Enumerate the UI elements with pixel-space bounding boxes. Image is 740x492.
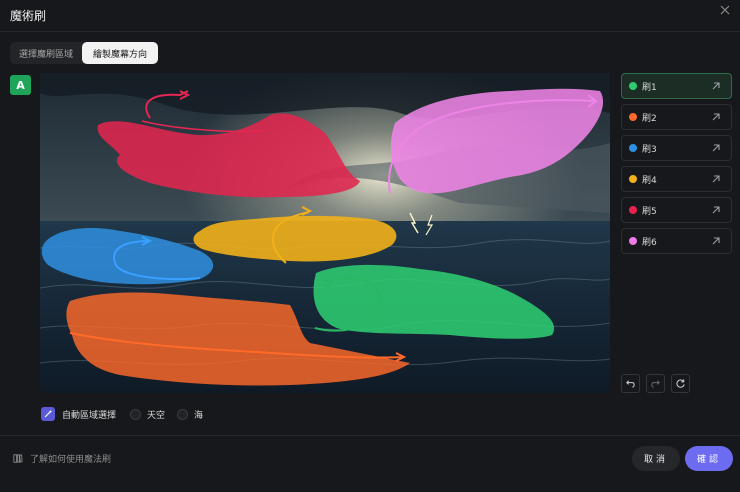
tab-draw-direction[interactable]: 繪製魔幕方向: [82, 42, 158, 64]
brush-color-dot: [629, 82, 637, 90]
auto-select-label: 自動區域選擇: [62, 410, 117, 421]
help-text: 了解如何使用魔法刷: [30, 455, 112, 465]
dialog-title: 魔術刷: [10, 9, 47, 23]
option-sky-label: 天空: [147, 410, 166, 421]
brush-item-1[interactable]: 刷1: [621, 73, 732, 99]
brush-color-dot: [629, 237, 637, 245]
brush-label: 刷6: [642, 237, 657, 248]
arrow-up-right-icon: [712, 113, 720, 121]
brush-item-5[interactable]: 刷5: [621, 197, 732, 223]
image-canvas[interactable]: [40, 73, 610, 393]
magic-wand-icon[interactable]: [41, 407, 55, 421]
reset-icon[interactable]: [671, 374, 690, 393]
arrow-up-right-icon: [712, 206, 720, 214]
footer-divider: [0, 435, 740, 436]
arrow-up-right-icon: [712, 237, 720, 245]
brush-color-dot: [629, 144, 637, 152]
radio-sky[interactable]: [130, 408, 142, 420]
brush-item-4[interactable]: 刷4: [621, 166, 732, 192]
brush-text-icon[interactable]: A: [10, 75, 31, 95]
book-icon: [13, 454, 23, 463]
brush-item-6[interactable]: 刷6: [621, 228, 732, 254]
close-icon[interactable]: [718, 4, 732, 18]
mode-tabs: 選擇魔刷區域 繪製魔幕方向: [10, 42, 158, 64]
brush-label: 刷3: [642, 144, 657, 155]
tab-select-area[interactable]: 選擇魔刷區域: [10, 42, 82, 64]
brush-item-3[interactable]: 刷3: [621, 135, 732, 161]
redo-icon[interactable]: [646, 374, 665, 393]
option-sea-label: 海: [194, 410, 204, 421]
brush-color-dot: [629, 175, 637, 183]
brush-label: 刷4: [642, 175, 657, 186]
help-link[interactable]: 了解如何使用魔法刷: [12, 452, 111, 465]
arrow-up-right-icon: [712, 82, 720, 90]
brush-label: 刷2: [642, 113, 657, 124]
confirm-button[interactable]: 確認: [685, 446, 733, 471]
auto-select-row: 自動區域選擇 天空 海: [41, 406, 203, 422]
cancel-button[interactable]: 取消: [632, 446, 680, 471]
brush-color-dot: [629, 206, 637, 214]
undo-icon[interactable]: [621, 374, 640, 393]
brush-label: 刷5: [642, 206, 657, 217]
header-divider: [0, 31, 740, 32]
arrow-up-right-icon: [712, 175, 720, 183]
arrow-up-right-icon: [712, 144, 720, 152]
brush-list: 刷1 刷2 刷3 刷4 刷5 刷6: [621, 73, 732, 259]
brush-color-dot: [629, 113, 637, 121]
radio-sea[interactable]: [177, 408, 189, 420]
brush-label: 刷1: [642, 82, 657, 93]
brush-item-2[interactable]: 刷2: [621, 104, 732, 130]
